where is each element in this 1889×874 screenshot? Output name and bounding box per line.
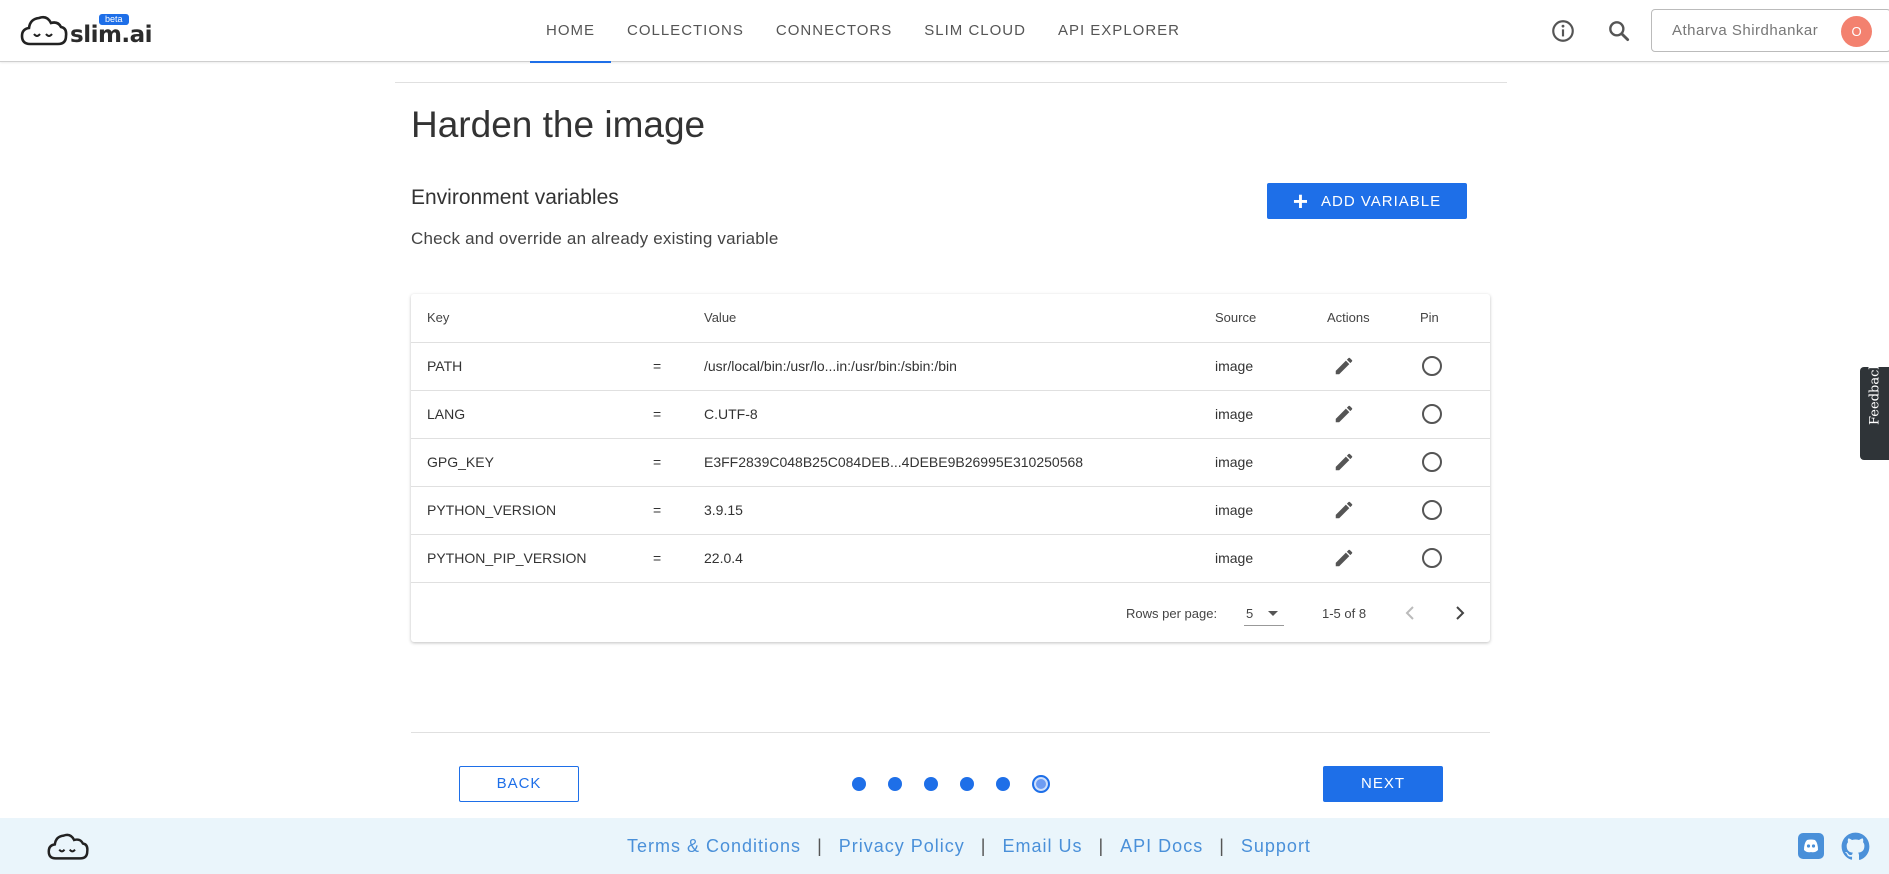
bottom-divider [411,732,1490,733]
separator: | [1219,836,1225,856]
pencil-icon[interactable] [1333,355,1355,377]
separator: | [1098,836,1105,856]
page-footer: Terms & Conditions | Privacy Policy | Em… [0,818,1889,874]
separator: | [817,836,823,856]
pin-radio-icon[interactable] [1422,500,1442,520]
table-row: PYTHON_VERSION = 3.9.15 image [411,486,1490,534]
row-equals: = [653,502,662,518]
beta-badge: beta [99,14,129,25]
table-row: PYTHON_PIP_VERSION = 22.0.4 image [411,534,1490,582]
row-value: /usr/local/bin:/usr/lo...in:/usr/bin:/sb… [704,358,957,374]
header-actions: Actions [1327,310,1370,325]
section-title: Environment variables [411,186,619,209]
add-variable-label: ADD VARIABLE [1321,192,1442,210]
cloud-logo-icon [20,15,68,46]
pencil-icon[interactable] [1333,451,1355,473]
terms-link[interactable]: Terms & Conditions [627,836,801,857]
step-dot[interactable] [852,777,866,791]
step-dot[interactable] [888,777,902,791]
env-variables-table: Key Value Source Actions Pin PATH = /usr… [411,294,1490,642]
pencil-icon[interactable] [1333,403,1355,425]
next-page-icon[interactable] [1448,601,1472,625]
plus-icon: + [1292,186,1310,216]
row-equals: = [653,358,662,374]
row-value: 22.0.4 [704,550,743,566]
email-link[interactable]: Email Us [1002,836,1082,857]
row-key: PYTHON_PIP_VERSION [427,550,587,566]
feedback-tab[interactable]: Feedback [1860,361,1889,460]
chevron-down-icon [1268,611,1278,616]
add-variable-button[interactable]: + ADD VARIABLE [1267,183,1467,219]
back-button[interactable]: BACK [459,766,579,802]
header-pin: Pin [1420,310,1439,325]
top-divider [395,82,1507,83]
feedback-label: Feedback [1867,361,1883,425]
rows-per-page-label: Rows per page: [1126,606,1218,621]
row-source: image [1215,550,1254,566]
prev-page-icon[interactable] [1398,601,1422,625]
pin-radio-icon[interactable] [1422,452,1442,472]
row-key: LANG [427,406,466,422]
row-equals: = [653,550,662,566]
nav-api-explorer[interactable]: API EXPLORER [1042,0,1196,62]
pin-radio-icon[interactable] [1422,356,1442,376]
search-icon[interactable] [1606,18,1632,44]
discord-icon[interactable] [1797,832,1825,860]
table-row: PATH = /usr/local/bin:/usr/lo...in:/usr/… [411,342,1490,390]
user-name: Atharva Shirdhankar [1672,22,1819,39]
footer-links: Terms & Conditions | Privacy Policy | Em… [627,836,1311,857]
table-row: GPG_KEY = E3FF2839C048B25C084DEB...4DEBE… [411,438,1490,486]
github-icon[interactable] [1841,832,1870,861]
pencil-icon[interactable] [1333,547,1355,569]
cloud-logo-icon[interactable] [47,832,89,862]
step-dot[interactable] [960,777,974,791]
avatar: O [1841,16,1872,47]
slim-logo[interactable]: slim.ai beta [20,14,153,48]
rows-per-page-select[interactable]: 5 [1244,600,1284,626]
row-value: 3.9.15 [704,502,743,518]
next-button[interactable]: NEXT [1323,766,1443,802]
privacy-link[interactable]: Privacy Policy [839,836,965,857]
nav-slim-cloud[interactable]: SLIM CLOUD [908,0,1042,62]
row-key: PATH [427,358,463,374]
row-value: C.UTF-8 [704,406,758,422]
api-docs-link[interactable]: API Docs [1120,836,1203,857]
row-key: GPG_KEY [427,454,494,470]
page-range: 1-5 of 8 [1322,606,1367,621]
nav-home[interactable]: HOME [530,0,611,63]
section-description: Check and override an already existing v… [411,229,779,248]
table-row: LANG = C.UTF-8 image [411,390,1490,438]
step-indicator [852,775,1050,793]
rows-per-page-value: 5 [1246,606,1254,621]
row-key: PYTHON_VERSION [427,502,557,518]
page-title: Harden the image [411,104,706,145]
header-value: Value [704,310,737,325]
pencil-icon[interactable] [1333,499,1355,521]
nav-collections[interactable]: COLLECTIONS [611,0,760,62]
user-menu[interactable]: Atharva Shirdhankar O [1651,9,1889,52]
info-icon[interactable] [1550,18,1576,44]
header-source: Source [1215,310,1257,325]
step-dot[interactable] [996,777,1010,791]
row-source: image [1215,406,1254,422]
row-source: image [1215,358,1254,374]
row-equals: = [653,406,662,422]
row-equals: = [653,454,662,470]
row-value: E3FF2839C048B25C084DEB...4DEBE9B26995E31… [704,454,1084,470]
row-source: image [1215,502,1254,518]
pin-radio-icon[interactable] [1422,404,1442,424]
nav-connectors[interactable]: CONNECTORS [760,0,908,62]
table-pagination: Rows per page: 5 1-5 of 8 [411,582,1490,642]
separator: | [980,836,987,856]
step-dot[interactable] [924,777,938,791]
support-link[interactable]: Support [1241,836,1311,857]
top-header: slim.ai beta HOME COLLECTIONS CONNECTORS… [0,0,1889,63]
step-dot-current[interactable] [1032,775,1050,793]
pin-radio-icon[interactable] [1422,548,1442,568]
brand-name: slim.ai [70,22,153,48]
header-key: Key [427,310,450,325]
main-nav: HOME COLLECTIONS CONNECTORS SLIM CLOUD A… [530,0,1196,63]
row-source: image [1215,454,1254,470]
